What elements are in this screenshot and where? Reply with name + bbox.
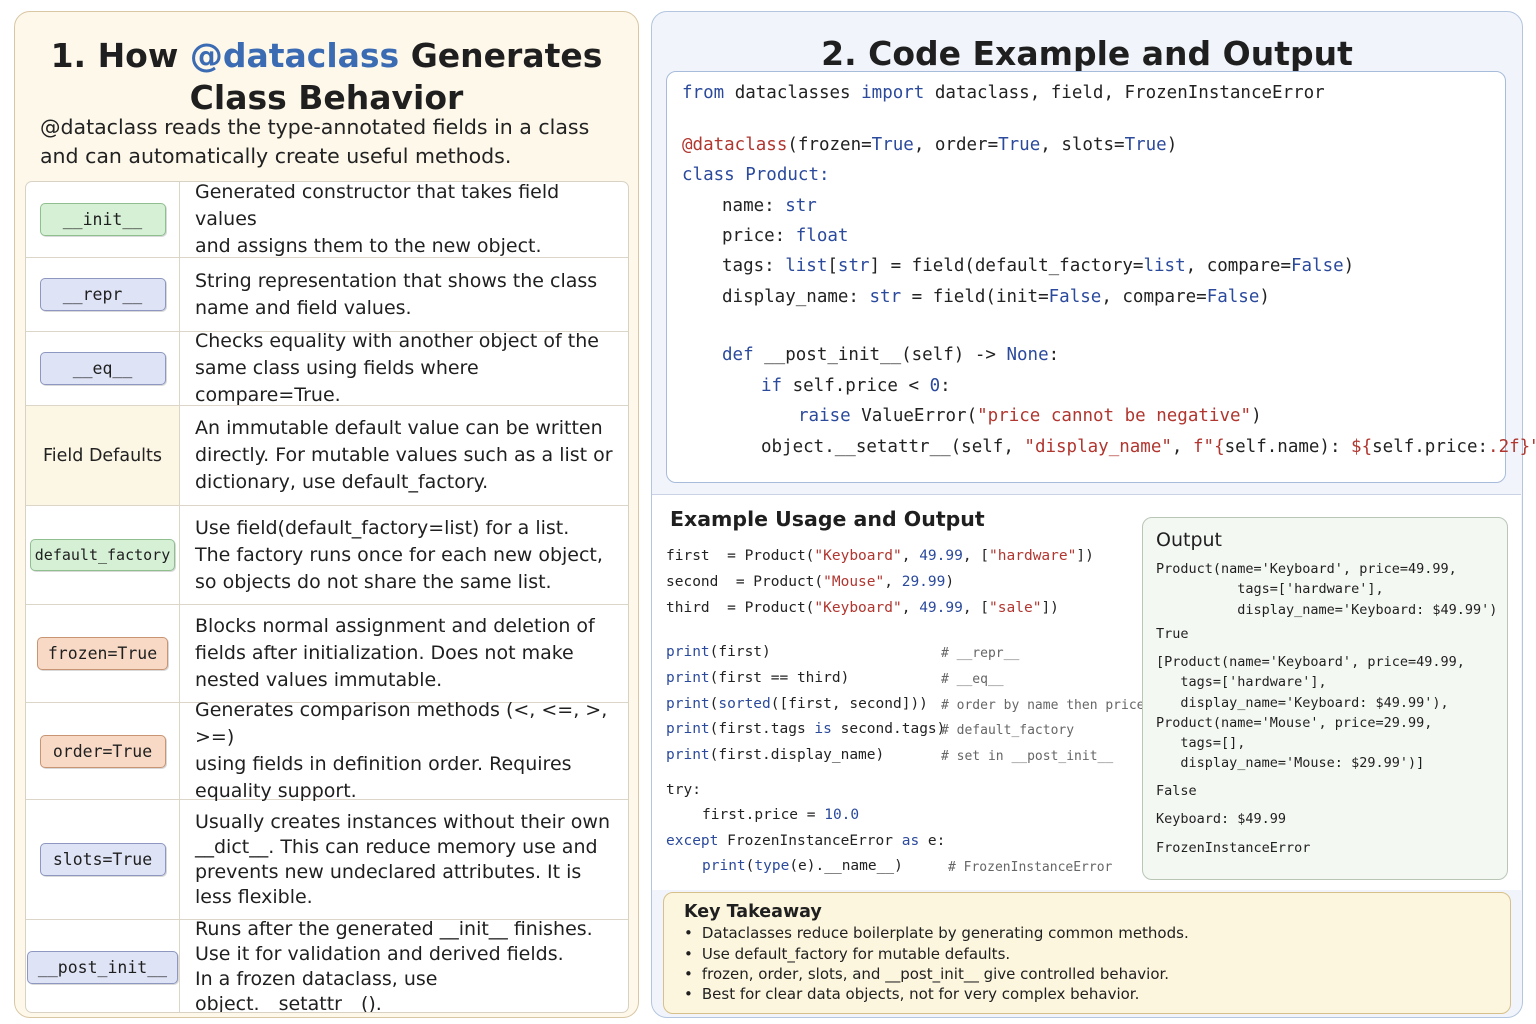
field-defaults-label: Field Defaults bbox=[42, 445, 162, 466]
code-line-name: name: str bbox=[722, 196, 817, 216]
output-line: Product(name='Keyboard', price=49.99, bbox=[1156, 561, 1457, 577]
code-line-decorator: @dataclass(frozen=True, order=True, slot… bbox=[682, 135, 1178, 155]
output-line: Product(name='Mouse', price=29.99, bbox=[1156, 715, 1433, 731]
key-takeaway-box: Key Takeaway Dataclasses reduce boilerpl… bbox=[663, 892, 1511, 1014]
comment-post-init: # set in __post_init__ bbox=[941, 749, 1114, 764]
title-accent: @dataclass bbox=[189, 36, 400, 75]
feature-row-post-init: __post_init__ Runs after the generated _… bbox=[26, 918, 628, 1013]
output-line: False bbox=[1156, 783, 1197, 799]
comment-frozen-error: # FrozenInstanceError bbox=[948, 860, 1113, 875]
usage-print-first: print(first) bbox=[666, 644, 771, 660]
repr-description: String representation that shows the cla… bbox=[195, 269, 598, 319]
usage-print-sorted: print(sorted([first, second])) bbox=[666, 696, 928, 712]
usage-print-eq: print(first == third) bbox=[666, 670, 850, 686]
usage-section: Example Usage and Output first = Product… bbox=[652, 494, 1521, 890]
slots-chip: slots=True bbox=[39, 843, 166, 876]
comment-order: # order by name then price bbox=[941, 698, 1145, 713]
usage-title: Example Usage and Output bbox=[670, 507, 985, 531]
output-line: display_name='Keyboard: $49.99'), bbox=[1156, 695, 1449, 711]
code-line-class: class Product: bbox=[682, 165, 830, 185]
right-panel: 2. Code Example and Output from dataclas… bbox=[651, 11, 1536, 1018]
usage-print-display: print(first.display_name) bbox=[666, 747, 885, 763]
usage-except: except FrozenInstanceError as e: bbox=[666, 833, 946, 849]
output-line: FrozenInstanceError bbox=[1156, 840, 1311, 856]
repr-chip: __repr__ bbox=[39, 278, 166, 311]
code-line-display-name: display_name: str = field(init=False, co… bbox=[722, 287, 1270, 307]
code-example-box: from dataclasses import dataclass, field… bbox=[666, 71, 1536, 483]
code-line-price: price: float bbox=[722, 226, 849, 246]
post-init-chip: __post_init__ bbox=[26, 950, 179, 984]
code-line-tags: tags: list[str] = field(default_factory=… bbox=[722, 256, 1355, 276]
comment-repr: # __repr__ bbox=[941, 646, 1020, 661]
left-intro-text: @dataclass reads the type-annotated fiel… bbox=[40, 115, 590, 168]
feature-row-eq: __eq__ Checks equality with another obje… bbox=[26, 330, 628, 406]
eq-chip: __eq__ bbox=[39, 352, 166, 385]
frozen-chip: frozen=True bbox=[36, 637, 169, 670]
default-factory-description: Use field(default_factory=list) for a li… bbox=[195, 516, 603, 593]
order-chip: order=True bbox=[39, 734, 166, 768]
takeaway-item: Use default_factory for mutable defaults… bbox=[684, 945, 1010, 963]
output-line: display_name='Mouse: $29.99')] bbox=[1156, 755, 1425, 771]
feature-row-frozen: frozen=True Blocks normal assignment and… bbox=[26, 605, 628, 703]
output-line: display_name='Keyboard: $49.99') bbox=[1156, 602, 1498, 618]
output-line: True bbox=[1156, 626, 1189, 642]
slots-description: Usually creates instances without their … bbox=[195, 810, 610, 908]
feature-table: __init__ Generated constructor that take… bbox=[25, 181, 629, 1013]
left-panel: 1. How @dataclass Generates Class Behavi… bbox=[14, 11, 639, 1018]
code-line-post-init-def: def __post_init__(self) -> None: bbox=[722, 345, 1060, 365]
left-panel-title: 1. How @dataclass Generates Class Behavi… bbox=[50, 36, 603, 117]
usage-assign: first.price = 10.0 bbox=[702, 807, 860, 823]
feature-row-repr: __repr__ String representation that show… bbox=[26, 258, 628, 332]
right-panel-title: 2. Code Example and Output bbox=[821, 34, 1353, 73]
code-line-raise: raise ValueError("price cannot be negati… bbox=[798, 406, 1262, 426]
output-line: [Product(name='Keyboard', price=49.99, bbox=[1156, 654, 1465, 670]
usage-print-type: print(type(e).__name__) bbox=[702, 858, 903, 874]
init-chip: __init__ bbox=[39, 203, 166, 236]
code-line-import: from dataclasses import dataclass, field… bbox=[682, 83, 1325, 103]
feature-row-default-factory: default_factory Use field(default_factor… bbox=[26, 506, 628, 605]
usage-line-third: third = Product("Keyboard", 49.99, ["sal… bbox=[666, 600, 1059, 616]
feature-row-field-defaults: Field Defaults An immutable default valu… bbox=[26, 406, 628, 506]
code-line-if: if self.price < 0: bbox=[761, 376, 951, 396]
usage-print-tags: print(first.tags is second.tags) bbox=[666, 721, 946, 737]
default-factory-chip: default_factory bbox=[29, 539, 176, 571]
usage-line-first: first = Product("Keyboard", 49.99, ["har… bbox=[666, 548, 1094, 564]
post-init-description: Runs after the generated __init__ finish… bbox=[195, 918, 593, 1013]
takeaway-item: Best for clear data objects, not for ver… bbox=[684, 985, 1139, 1003]
usage-line-second: second = Product("Mouse", 29.99) bbox=[666, 574, 955, 590]
frozen-description: Blocks normal assignment and deletion of… bbox=[195, 615, 595, 691]
takeaway-title: Key Takeaway bbox=[684, 902, 822, 922]
order-description: Generates comparison methods (<, <=, >, … bbox=[195, 699, 608, 802]
init-description: Generated constructor that takes field v… bbox=[195, 181, 560, 257]
field-defaults-description: An immutable default value can be writte… bbox=[195, 417, 613, 493]
code-line-setattr: object.__setattr__(self, "display_name",… bbox=[761, 437, 1536, 457]
output-line: Keyboard: $49.99 bbox=[1156, 811, 1287, 827]
usage-try: try: bbox=[666, 782, 701, 798]
feature-row-slots: slots=True Usually creates instances wit… bbox=[26, 800, 628, 920]
output-box: Output Product(name='Keyboard', price=49… bbox=[1142, 517, 1508, 880]
eq-description: Checks equality with another object of t… bbox=[195, 330, 599, 406]
comment-eq: # __eq__ bbox=[941, 672, 1004, 687]
takeaway-item: Dataclasses reduce boilerplate by genera… bbox=[684, 924, 1189, 942]
output-line: tags=['hardware'], bbox=[1156, 674, 1327, 690]
output-line: tags=[], bbox=[1156, 735, 1246, 751]
comment-default-factory: # default_factory bbox=[941, 723, 1075, 738]
feature-row-init: __init__ Generated constructor that take… bbox=[26, 182, 628, 258]
output-title: Output bbox=[1156, 529, 1222, 551]
takeaway-item: frozen, order, slots, and __post_init__ … bbox=[684, 965, 1169, 983]
feature-row-order: order=True Generates comparison methods … bbox=[26, 699, 628, 802]
output-line: tags=['hardware'], bbox=[1156, 581, 1384, 597]
